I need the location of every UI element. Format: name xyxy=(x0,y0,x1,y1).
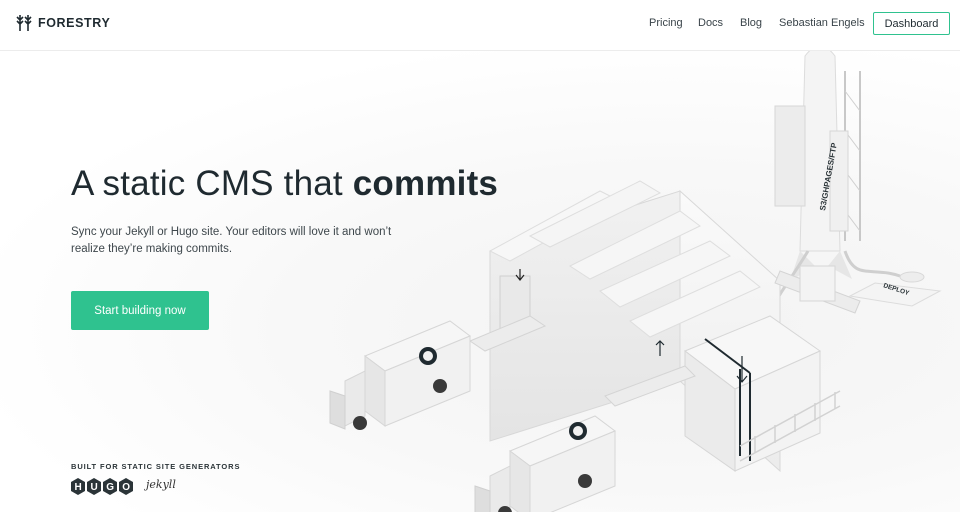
nav-link-docs[interactable]: Docs xyxy=(698,17,723,29)
headline-bold: commits xyxy=(352,164,499,203)
tree-logo-icon xyxy=(16,15,32,31)
hugo-letter-h: H xyxy=(75,482,82,493)
hugo-letter-u: U xyxy=(91,482,98,493)
rocket: S3/GHPAGES/FTP xyxy=(774,51,852,281)
hugo-logo: H U G O xyxy=(71,478,133,495)
nav-user-name[interactable]: Sebastian Engels xyxy=(779,17,865,29)
start-building-button[interactable]: Start building now xyxy=(71,291,209,330)
dashboard-button[interactable]: Dashboard xyxy=(873,12,950,35)
brand-name: FORESTRY xyxy=(38,16,111,30)
deploy-box: DEPLOY xyxy=(848,271,942,307)
jekyll-logo: jekyll xyxy=(146,478,176,491)
hugo-letter-o: O xyxy=(122,482,130,493)
top-nav-bar: FORESTRY Pricing Docs Blog Sebastian Eng… xyxy=(0,0,960,51)
hero-headline: A static CMS that commits xyxy=(71,164,498,204)
nav-link-blog[interactable]: Blog xyxy=(740,17,762,29)
truck-github-1 xyxy=(329,320,472,430)
hugo-letter-g: G xyxy=(106,482,114,493)
built-for-label: BUILT FOR STATIC SITE GENERATORS xyxy=(71,462,241,471)
hero-subtext: Sync your Jekyll or Hugo site. Your edit… xyxy=(71,226,392,255)
headline-regular: A static CMS that xyxy=(71,164,353,203)
nav-link-pricing[interactable]: Pricing xyxy=(649,17,683,29)
factory-illustration: S3/GHPAGES/FTP DEPLOY xyxy=(329,51,942,512)
forestry-logo[interactable]: FORESTRY xyxy=(16,14,110,32)
